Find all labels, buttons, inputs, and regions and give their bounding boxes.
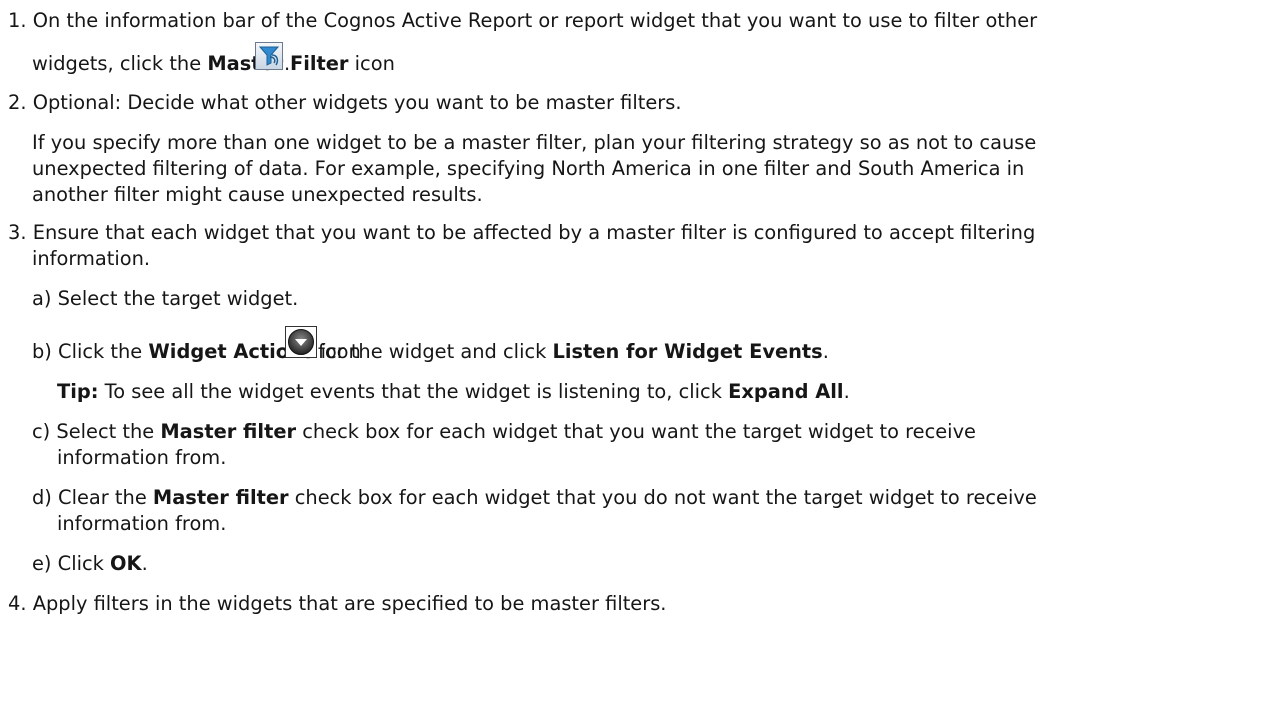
step-4-number: 4. (8, 592, 27, 615)
ok-term: OK (110, 552, 142, 575)
funnel-icon (258, 46, 280, 66)
master-filter-checkbox-term-2: Master filter (152, 486, 289, 509)
step-3e: e) Click OK. (32, 551, 148, 577)
step-3b-mid2: for the widget and click (318, 340, 553, 363)
chevron-down-circle-icon (288, 329, 314, 355)
step-3e-pre: Click (57, 552, 111, 575)
step-1-text-pre: widgets, click the (32, 52, 208, 75)
master-filter-icon (255, 42, 283, 70)
step-3c-post: check box for each widget that you want … (296, 420, 976, 443)
step-1-number: 1. (8, 9, 27, 32)
step-3e-end: . (141, 552, 148, 575)
step-2-text: Optional: Decide what other widgets you … (32, 91, 682, 114)
master-filter-checkbox-term: Master filter (160, 420, 297, 443)
step-3a-label: a) (32, 287, 52, 310)
step-3b-part-2: for the widget and click Listen for Widg… (318, 339, 829, 365)
tip-label: Tip: (57, 380, 99, 403)
step-3d-label: d) (32, 486, 52, 509)
step-3d-post: check box for each widget that you do no… (288, 486, 1037, 509)
step-3c-label: c) (32, 420, 51, 443)
step-3c-line-1: c) Select the Master filter check box fo… (32, 419, 976, 445)
step-3c-line-2: information from. (57, 446, 227, 469)
step-3-text: Ensure that each widget that you want to… (32, 221, 1036, 244)
step-1-text-post: icon (348, 52, 395, 75)
step-4-text: Apply filters in the widgets that are sp… (32, 592, 667, 615)
step-1-line-1: 1. On the information bar of the Cognos … (8, 8, 1037, 34)
step-2-number: 2. (8, 91, 27, 114)
step-2-para-line-3: another filter might cause unexpected re… (32, 183, 483, 206)
step-4-line: 4. Apply filters in the widgets that are… (8, 591, 666, 617)
step-3c-pre: Select the (56, 420, 161, 443)
step-2-line: 2. Optional: Decide what other widgets y… (8, 90, 682, 116)
tip-end: . (843, 380, 850, 403)
step-2-para-line-1: If you specify more than one widget to b… (32, 131, 1037, 154)
step-3a: a) Select the target widget. (32, 286, 298, 312)
step-3b-end: . (822, 340, 829, 363)
step-3-line-1: 3. Ensure that each widget that you want… (8, 220, 1035, 246)
step-3d-pre: Clear the (58, 486, 153, 509)
step-1-period: . (284, 52, 291, 75)
step-3d-line-2: information from. (57, 512, 227, 535)
step-3d-line-1: d) Clear the Master filter check box for… (32, 485, 1037, 511)
step-3-number: 3. (8, 221, 27, 244)
step-3-line-2: information. (32, 247, 151, 270)
tip-line: Tip: To see all the widget events that t… (57, 379, 850, 405)
step-2-para-line-2: unexpected filtering of data. For exampl… (32, 157, 1025, 180)
step-3a-text: Select the target widget. (57, 287, 299, 310)
step-3b-label: b) (32, 340, 52, 363)
step-1-text: On the information bar of the Cognos Act… (32, 9, 1038, 32)
step-3e-label: e) (32, 552, 52, 575)
tip-text: To see all the widget events that the wi… (98, 380, 729, 403)
step-1-line-2: widgets, click the Master Filter icon (32, 51, 395, 77)
listen-for-widget-events-term: Listen for Widget Events (552, 340, 823, 363)
widget-actions-icon (285, 326, 317, 358)
step-3b-pre: Click the (58, 340, 149, 363)
expand-all-term: Expand All (728, 380, 844, 403)
